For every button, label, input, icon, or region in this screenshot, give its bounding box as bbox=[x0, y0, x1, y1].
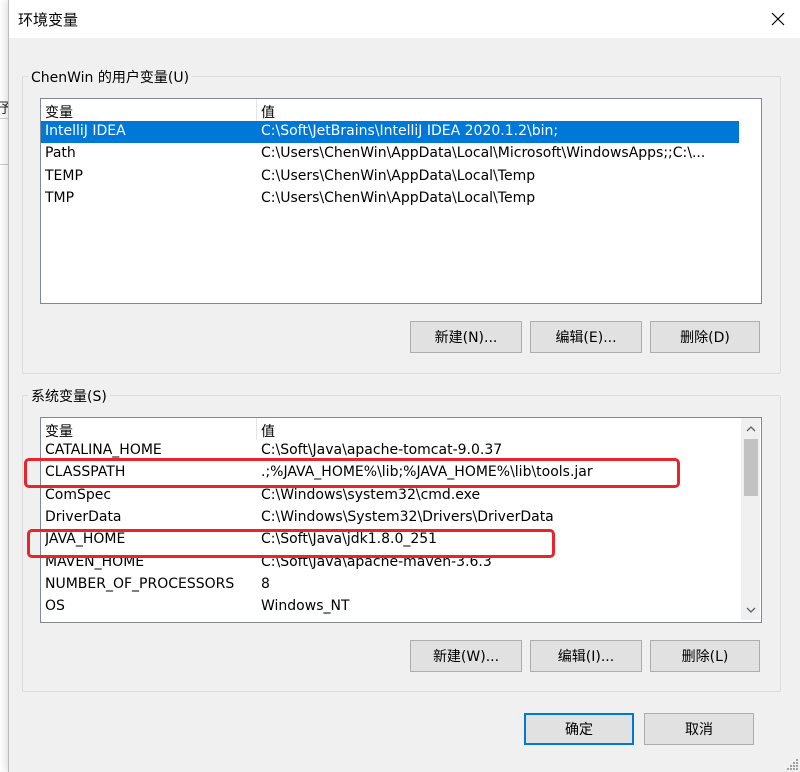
variable-name: NUMBER_OF_PROCESSORS bbox=[45, 575, 235, 592]
system-edit-button[interactable]: 编辑(I)... bbox=[530, 640, 642, 672]
list-header: 变量 值 bbox=[41, 99, 761, 121]
ok-button[interactable]: 确定 bbox=[524, 713, 634, 745]
dialog-title: 环境变量 bbox=[18, 11, 79, 29]
variable-name: TEMP bbox=[45, 167, 83, 184]
variable-name: TMP bbox=[45, 189, 75, 206]
title-bar: 环境变量 bbox=[9, 0, 800, 38]
variable-name: IntelliJ IDEA bbox=[45, 123, 126, 139]
column-header-name[interactable]: 变量 bbox=[45, 421, 73, 441]
vertical-scrollbar[interactable] bbox=[741, 418, 760, 620]
variable-value: C:\Soft\JetBrains\IntelliJ IDEA 2020.1.2… bbox=[261, 123, 559, 139]
variable-value: C:\Users\ChenWin\AppData\Local\Microsoft… bbox=[261, 145, 706, 162]
variable-value: Windows_NT bbox=[261, 598, 350, 615]
column-header-name[interactable]: 变量 bbox=[45, 102, 73, 122]
variable-value: C:\Users\ChenWin\AppData\Local\Temp bbox=[261, 189, 536, 206]
table-row[interactable]: Path C:\Users\ChenWin\AppData\Local\Micro… bbox=[41, 143, 739, 165]
table-row[interactable]: IntelliJ IDEA C:\Soft\JetBrains\IntelliJ … bbox=[41, 121, 739, 143]
variable-name: OS bbox=[45, 598, 65, 615]
close-button[interactable] bbox=[755, 0, 800, 38]
resize-grip-icon[interactable] bbox=[787, 758, 799, 770]
table-row[interactable]: NUMBER_OF_PROCESSORS 8 bbox=[41, 574, 739, 596]
system-variables-list[interactable]: 变量 值 CATALINA_HOME C:\Soft\Java\apache-to… bbox=[40, 417, 762, 623]
scroll-thumb[interactable] bbox=[744, 439, 758, 496]
variable-name: CATALINA_HOME bbox=[45, 442, 162, 458]
system-variables-label: 系统变量(S) bbox=[28, 386, 110, 406]
variable-value: C:\Soft\Java\apache-tomcat-9.0.37 bbox=[261, 442, 503, 458]
variable-value: 8 bbox=[261, 575, 270, 592]
user-new-button[interactable]: 新建(N)... bbox=[410, 321, 522, 353]
classpath-highlight-box bbox=[24, 458, 680, 488]
variable-name: Path bbox=[45, 145, 76, 162]
system-new-button[interactable]: 新建(W)... bbox=[410, 640, 522, 672]
variable-name: DriverData bbox=[45, 508, 122, 525]
close-icon bbox=[771, 12, 785, 26]
table-row[interactable]: TMP C:\Users\ChenWin\AppData\Local\Temp bbox=[41, 188, 739, 210]
list-header: 变量 值 bbox=[41, 418, 761, 440]
chevron-down-icon bbox=[746, 607, 756, 613]
java-home-highlight-box bbox=[27, 529, 555, 558]
user-delete-button[interactable]: 删除(D) bbox=[650, 321, 760, 353]
variable-value: C:\Windows\System32\Drivers\DriverData bbox=[261, 508, 554, 525]
column-header-value[interactable]: 值 bbox=[261, 102, 275, 122]
environment-variables-dialog: 环境变量 ChenWin 的用户变量(U) 变量 值 IntelliJ IDEA… bbox=[8, 0, 800, 772]
variable-name: ComSpec bbox=[45, 486, 112, 503]
background-divider bbox=[0, 164, 8, 165]
table-row[interactable]: OS Windows_NT bbox=[41, 596, 739, 618]
variable-value: C:\Users\ChenWin\AppData\Local\Temp bbox=[261, 167, 536, 184]
table-row[interactable]: DriverData C:\Windows\System32\Drivers\Dr… bbox=[41, 507, 739, 529]
background-divider bbox=[0, 118, 8, 119]
scroll-down-button[interactable] bbox=[742, 601, 760, 619]
cancel-button[interactable]: 取消 bbox=[644, 713, 754, 745]
column-header-value[interactable]: 值 bbox=[261, 421, 275, 441]
user-variables-list[interactable]: 变量 值 IntelliJ IDEA C:\Soft\JetBrains\Inte… bbox=[40, 98, 762, 304]
user-variables-label: ChenWin 的用户变量(U) bbox=[28, 67, 193, 87]
user-edit-button[interactable]: 编辑(E)... bbox=[530, 321, 642, 353]
table-row[interactable]: TEMP C:\Users\ChenWin\AppData\Local\Temp bbox=[41, 166, 739, 188]
chevron-up-icon bbox=[746, 426, 756, 432]
system-delete-button[interactable]: 删除(L) bbox=[650, 640, 760, 672]
variable-value: C:\Windows\system32\cmd.exe bbox=[261, 486, 481, 503]
scroll-up-button[interactable] bbox=[742, 420, 760, 438]
